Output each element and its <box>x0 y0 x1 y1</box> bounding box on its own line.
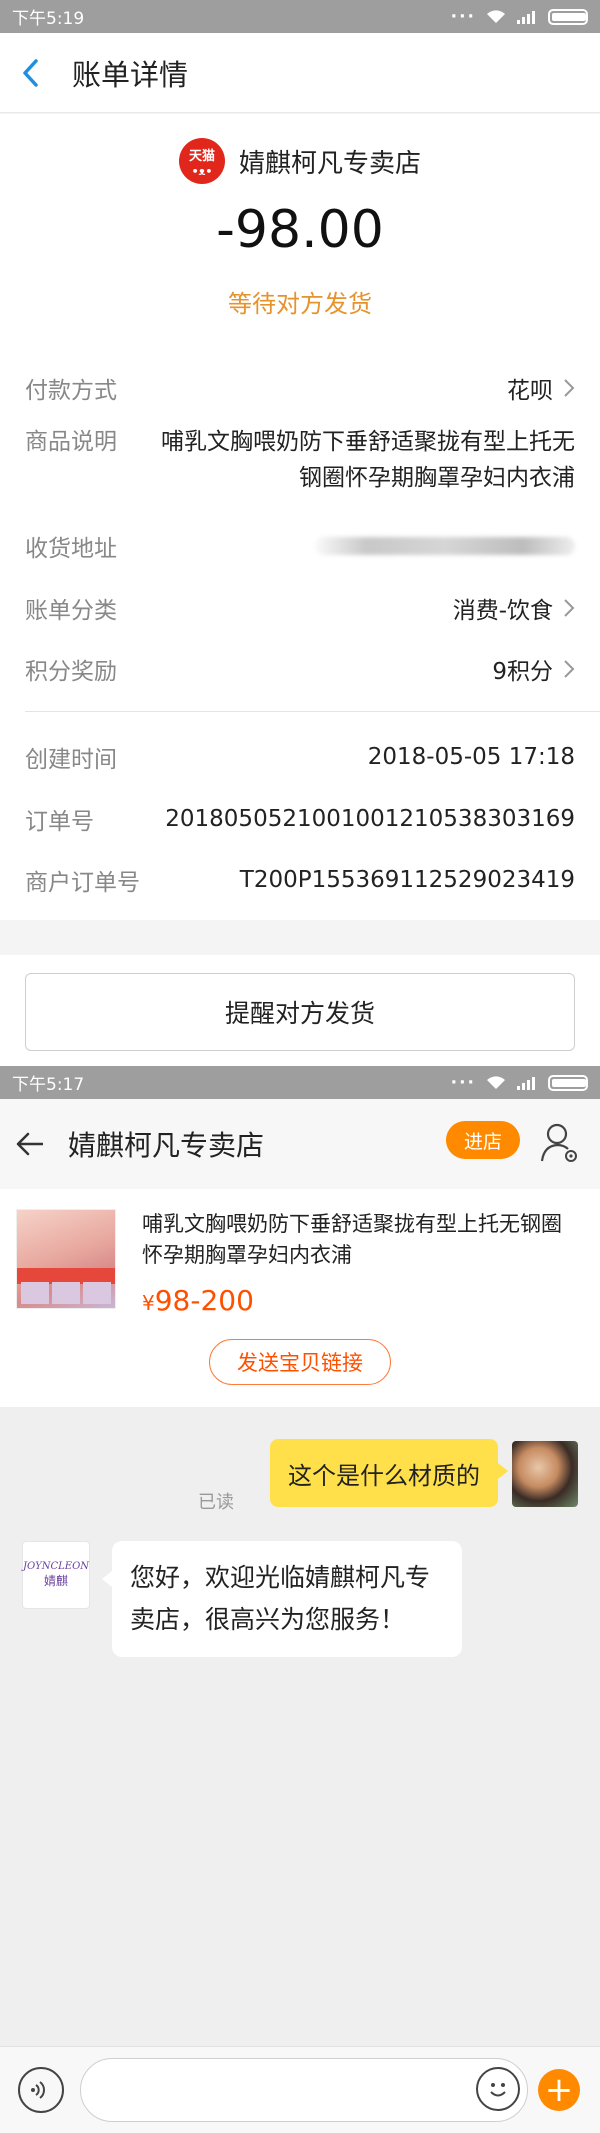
tmall-face-icon: •ᴥ• <box>191 165 213 178</box>
shop-avatar[interactable]: JOYNCLEON 婧麒 <box>22 1541 90 1609</box>
price-symbol: ¥ <box>142 1291 155 1315</box>
back-button[interactable] <box>0 1099 60 1189</box>
tmall-logo: 天猫 •ᴥ• <box>178 138 225 184</box>
row-label: 账单分类 <box>25 598 117 624</box>
message-input[interactable] <box>80 2058 528 2122</box>
status-time: 下午5:19 <box>12 9 85 29</box>
address-redacted <box>315 537 575 555</box>
row-points[interactable]: 积分奖励 9积分 <box>25 649 575 689</box>
chat-input-bar: + <box>0 2046 600 2133</box>
status-bar: 下午5:19 ··· <box>0 0 600 33</box>
row-label: 创建时间 <box>25 747 117 773</box>
signal-icon <box>517 1076 535 1090</box>
row-label: 商户订单号 <box>25 870 140 896</box>
wifi-icon <box>487 9 505 23</box>
shop-header: 天猫 •ᴥ• 婧麒柯凡专卖店 <box>0 138 600 184</box>
order-no-value: 2018050521001001210538303169 <box>165 806 575 832</box>
page-title: 账单详情 <box>72 57 189 92</box>
avatar[interactable] <box>512 1441 578 1507</box>
row-label: 商品说明 <box>25 429 117 455</box>
product-thumb-cells <box>21 1282 111 1304</box>
section-divider <box>25 711 600 712</box>
status-bar: 下午5:17 ··· <box>0 1066 600 1099</box>
voice-icon <box>31 2081 45 2099</box>
bill-summary: 天猫 •ᴥ• 婧麒柯凡专卖店 -98.00 等待对方发货 <box>0 114 600 344</box>
emoji-button[interactable] <box>476 2067 520 2111</box>
row-label: 积分奖励 <box>25 659 117 685</box>
more-dots-icon: ··· <box>450 1072 476 1093</box>
address-value <box>305 537 575 555</box>
back-arrow-icon <box>16 1132 43 1156</box>
emoji-icon <box>490 2083 506 2097</box>
user-settings-icon[interactable] <box>540 1121 580 1165</box>
message-incoming: JOYNCLEON 婧麒 您好，欢迎光临婧麒柯凡专卖店，很高兴为您服务！ <box>22 1541 462 1657</box>
row-label: 付款方式 <box>25 378 117 404</box>
remind-section: 提醒对方发货 <box>0 955 600 1066</box>
category-value: 消费-饮食 <box>452 598 553 624</box>
row-value: 消费-饮食 <box>453 591 575 625</box>
wifi-icon <box>487 1075 505 1089</box>
product-card[interactable]: 哺乳文胸喂奶防下垂舒适聚拢有型上托无钢圈怀孕期胸罩孕妇内衣浦 ¥98-200 发… <box>0 1189 600 1407</box>
message-bubble[interactable]: 您好，欢迎光临婧麒柯凡专卖店，很高兴为您服务！ <box>102 1541 462 1657</box>
enter-store-button[interactable]: 进店 <box>446 1121 520 1159</box>
merchant-order-no-value: T200P155369112529023419 <box>239 867 575 893</box>
send-product-link-button[interactable]: 发送宝贝链接 <box>209 1339 391 1385</box>
product-thumbnail[interactable] <box>16 1209 116 1309</box>
shop-avatar-cn: 婧麒 <box>43 1574 68 1588</box>
product-desc-value: 哺乳文胸喂奶防下垂舒适聚拢有型上托无钢圈怀孕期胸罩孕妇内衣浦 <box>161 429 575 491</box>
shop-avatar-en: JOYNCLEON <box>22 1561 90 1572</box>
plus-icon: + <box>544 2070 574 2110</box>
row-merchant-order-no: 商户订单号 T200P155369112529023419 <box>25 860 575 900</box>
back-button[interactable] <box>0 33 60 113</box>
row-label: 订单号 <box>25 809 94 835</box>
status-icons: ··· <box>451 7 588 27</box>
chat-nav: 婧麒柯凡专卖店 进店 <box>0 1099 600 1189</box>
product-title: 哺乳文胸喂奶防下垂舒适聚拢有型上托无钢圈怀孕期胸罩孕妇内衣浦 <box>142 1212 562 1267</box>
back-chevron-icon <box>23 58 38 87</box>
row-order-no: 订单号 2018050521001001210538303169 <box>25 799 575 839</box>
message-bubble[interactable]: 这个是什么材质的 <box>270 1439 508 1507</box>
points-value: 9积分 <box>492 659 553 685</box>
status-time: 下午5:17 <box>12 1075 85 1095</box>
more-actions-button[interactable]: + <box>538 2069 580 2111</box>
row-address: 收货地址 <box>25 526 575 566</box>
remind-ship-button[interactable]: 提醒对方发货 <box>25 973 575 1051</box>
bill-details: 付款方式 花呗 商品说明 哺乳文胸喂奶防下垂舒适聚拢有型上托无钢圈怀孕期胸罩孕妇… <box>0 344 600 920</box>
signal-icon <box>517 10 535 24</box>
chevron-right-icon <box>564 379 575 397</box>
created-time-value: 2018-05-05 17:18 <box>367 744 575 770</box>
bill-detail-screen: 下午5:19 ··· 账单详情 天猫 •ᴥ• 婧麒柯凡专卖店 -98.00 等待… <box>0 0 600 1066</box>
row-value: 花呗 <box>507 371 575 405</box>
battery-icon <box>548 1074 588 1091</box>
row-product-desc: 商品说明 哺乳文胸喂奶防下垂舒适聚拢有型上托无钢圈怀孕期胸罩孕妇内衣浦 <box>25 424 575 500</box>
read-receipt: 已读 <box>198 1492 234 1513</box>
top-nav: 账单详情 <box>0 33 600 113</box>
shop-name: 婧麒柯凡专卖店 <box>238 148 421 179</box>
chat-screen: 下午5:17 ··· 婧麒柯凡专卖店 进店 哺乳文胸喂奶防下垂舒适聚拢有型上托无… <box>0 1066 600 2133</box>
bill-amount: -98.00 <box>216 200 384 260</box>
row-created-time: 创建时间 2018-05-05 17:18 <box>25 737 575 777</box>
message-outgoing: 这个是什么材质的 <box>270 1439 578 1507</box>
status-icons: ··· <box>451 1073 588 1093</box>
row-value: 9积分 <box>492 652 575 686</box>
battery-icon <box>548 8 588 25</box>
product-price: ¥98-200 <box>142 1284 254 1317</box>
chat-title: 婧麒柯凡专卖店 <box>68 1129 265 1162</box>
price-range: 98-200 <box>154 1284 254 1317</box>
chevron-right-icon <box>564 660 575 678</box>
voice-input-button[interactable] <box>18 2067 64 2113</box>
payment-method-value: 花呗 <box>507 378 553 404</box>
row-payment-method[interactable]: 付款方式 花呗 <box>25 368 575 408</box>
chevron-right-icon <box>564 599 575 617</box>
tmall-logo-text: 天猫 <box>188 149 215 164</box>
row-label: 收货地址 <box>25 536 117 562</box>
order-status: 等待对方发货 <box>228 290 372 318</box>
row-category[interactable]: 账单分类 消费-饮食 <box>25 588 575 628</box>
more-dots-icon: ··· <box>450 6 476 27</box>
